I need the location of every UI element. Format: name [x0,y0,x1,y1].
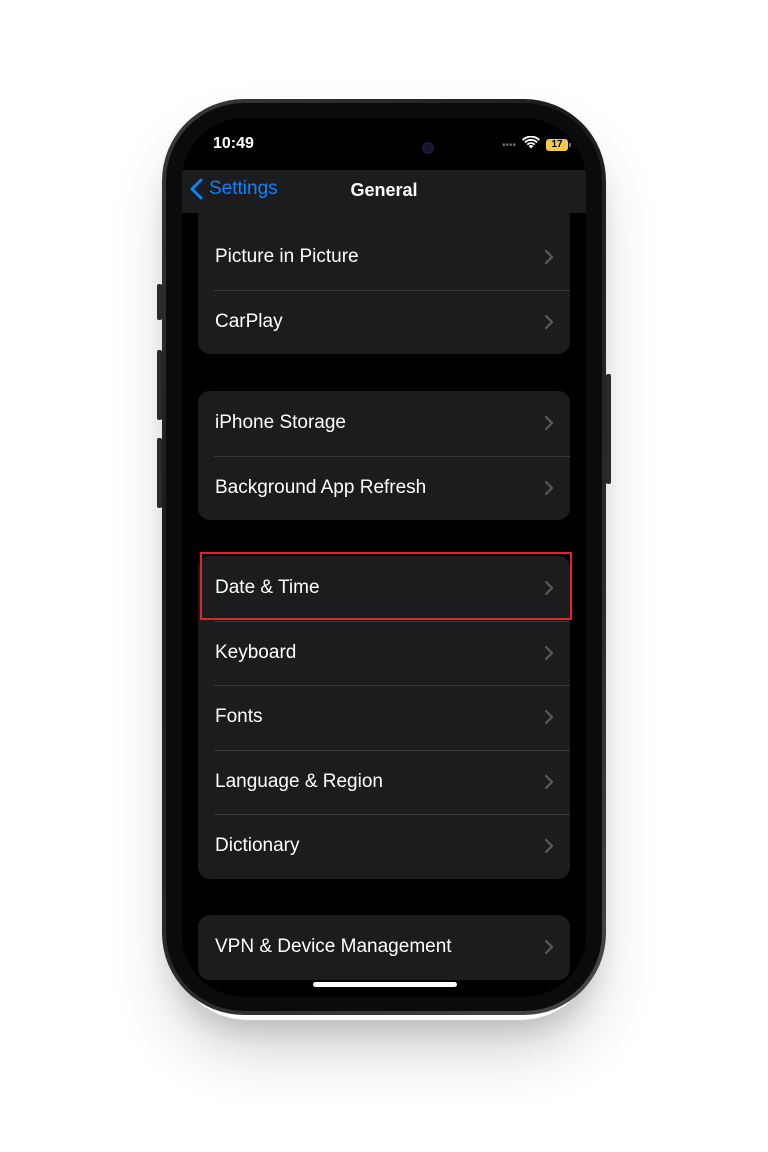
row-dictionary[interactable]: Dictionary [198,814,570,879]
cellular-signal-icon: •••• [501,139,516,151]
settings-group-1: Picture in Picture CarPlay [198,213,570,354]
row-iphone-storage[interactable]: iPhone Storage [198,391,570,456]
navigation-bar: Settings General [182,170,586,213]
row-label: CarPlay [215,310,283,332]
home-indicator[interactable] [313,982,457,987]
wifi-icon [522,135,540,154]
row-label: iPhone Storage [215,412,346,434]
chevron-right-icon [544,710,554,725]
row-vpn-device-management[interactable]: VPN & Device Management [198,915,570,980]
row-label: Dictionary [215,835,300,857]
row-label: Background App Refresh [215,476,427,498]
settings-group-2: iPhone Storage Background App Refresh [198,391,570,520]
highlight-box [200,552,572,620]
volume-up-button [157,350,162,420]
chevron-right-icon [544,645,554,660]
settings-group-4: VPN & Device Management [198,915,570,980]
chevron-right-icon [544,314,554,329]
chevron-right-icon [544,250,554,265]
front-camera [422,142,434,154]
row-label: Fonts [215,706,263,728]
page-title: General [350,180,418,200]
chevron-right-icon [544,416,554,431]
action-button [157,284,162,320]
status-time: 10:49 [213,135,254,152]
chevron-right-icon [544,480,554,495]
row-label: Language & Region [215,770,383,792]
row-fonts[interactable]: Fonts [198,685,570,750]
chevron-right-icon [544,774,554,789]
status-indicators: •••• 17 [501,135,571,154]
dynamic-island [320,129,448,167]
chevron-right-icon [544,940,554,955]
volume-down-button [157,438,162,508]
row-carplay[interactable]: CarPlay [198,289,570,355]
row-language-region[interactable]: Language & Region [198,749,570,815]
row-label: Picture in Picture [215,246,359,268]
battery-icon: 17 [546,139,571,151]
row-background-app-refresh[interactable]: Background App Refresh [198,455,570,521]
row-picture-in-picture[interactable]: Picture in Picture [198,225,570,290]
row-keyboard[interactable]: Keyboard [198,620,570,686]
row-label: Keyboard [215,641,297,663]
side-button [606,374,611,484]
chevron-right-icon [544,839,554,854]
status-bar: 10:49 •••• 17 [182,118,586,170]
row-label: VPN & Device Management [215,936,452,958]
